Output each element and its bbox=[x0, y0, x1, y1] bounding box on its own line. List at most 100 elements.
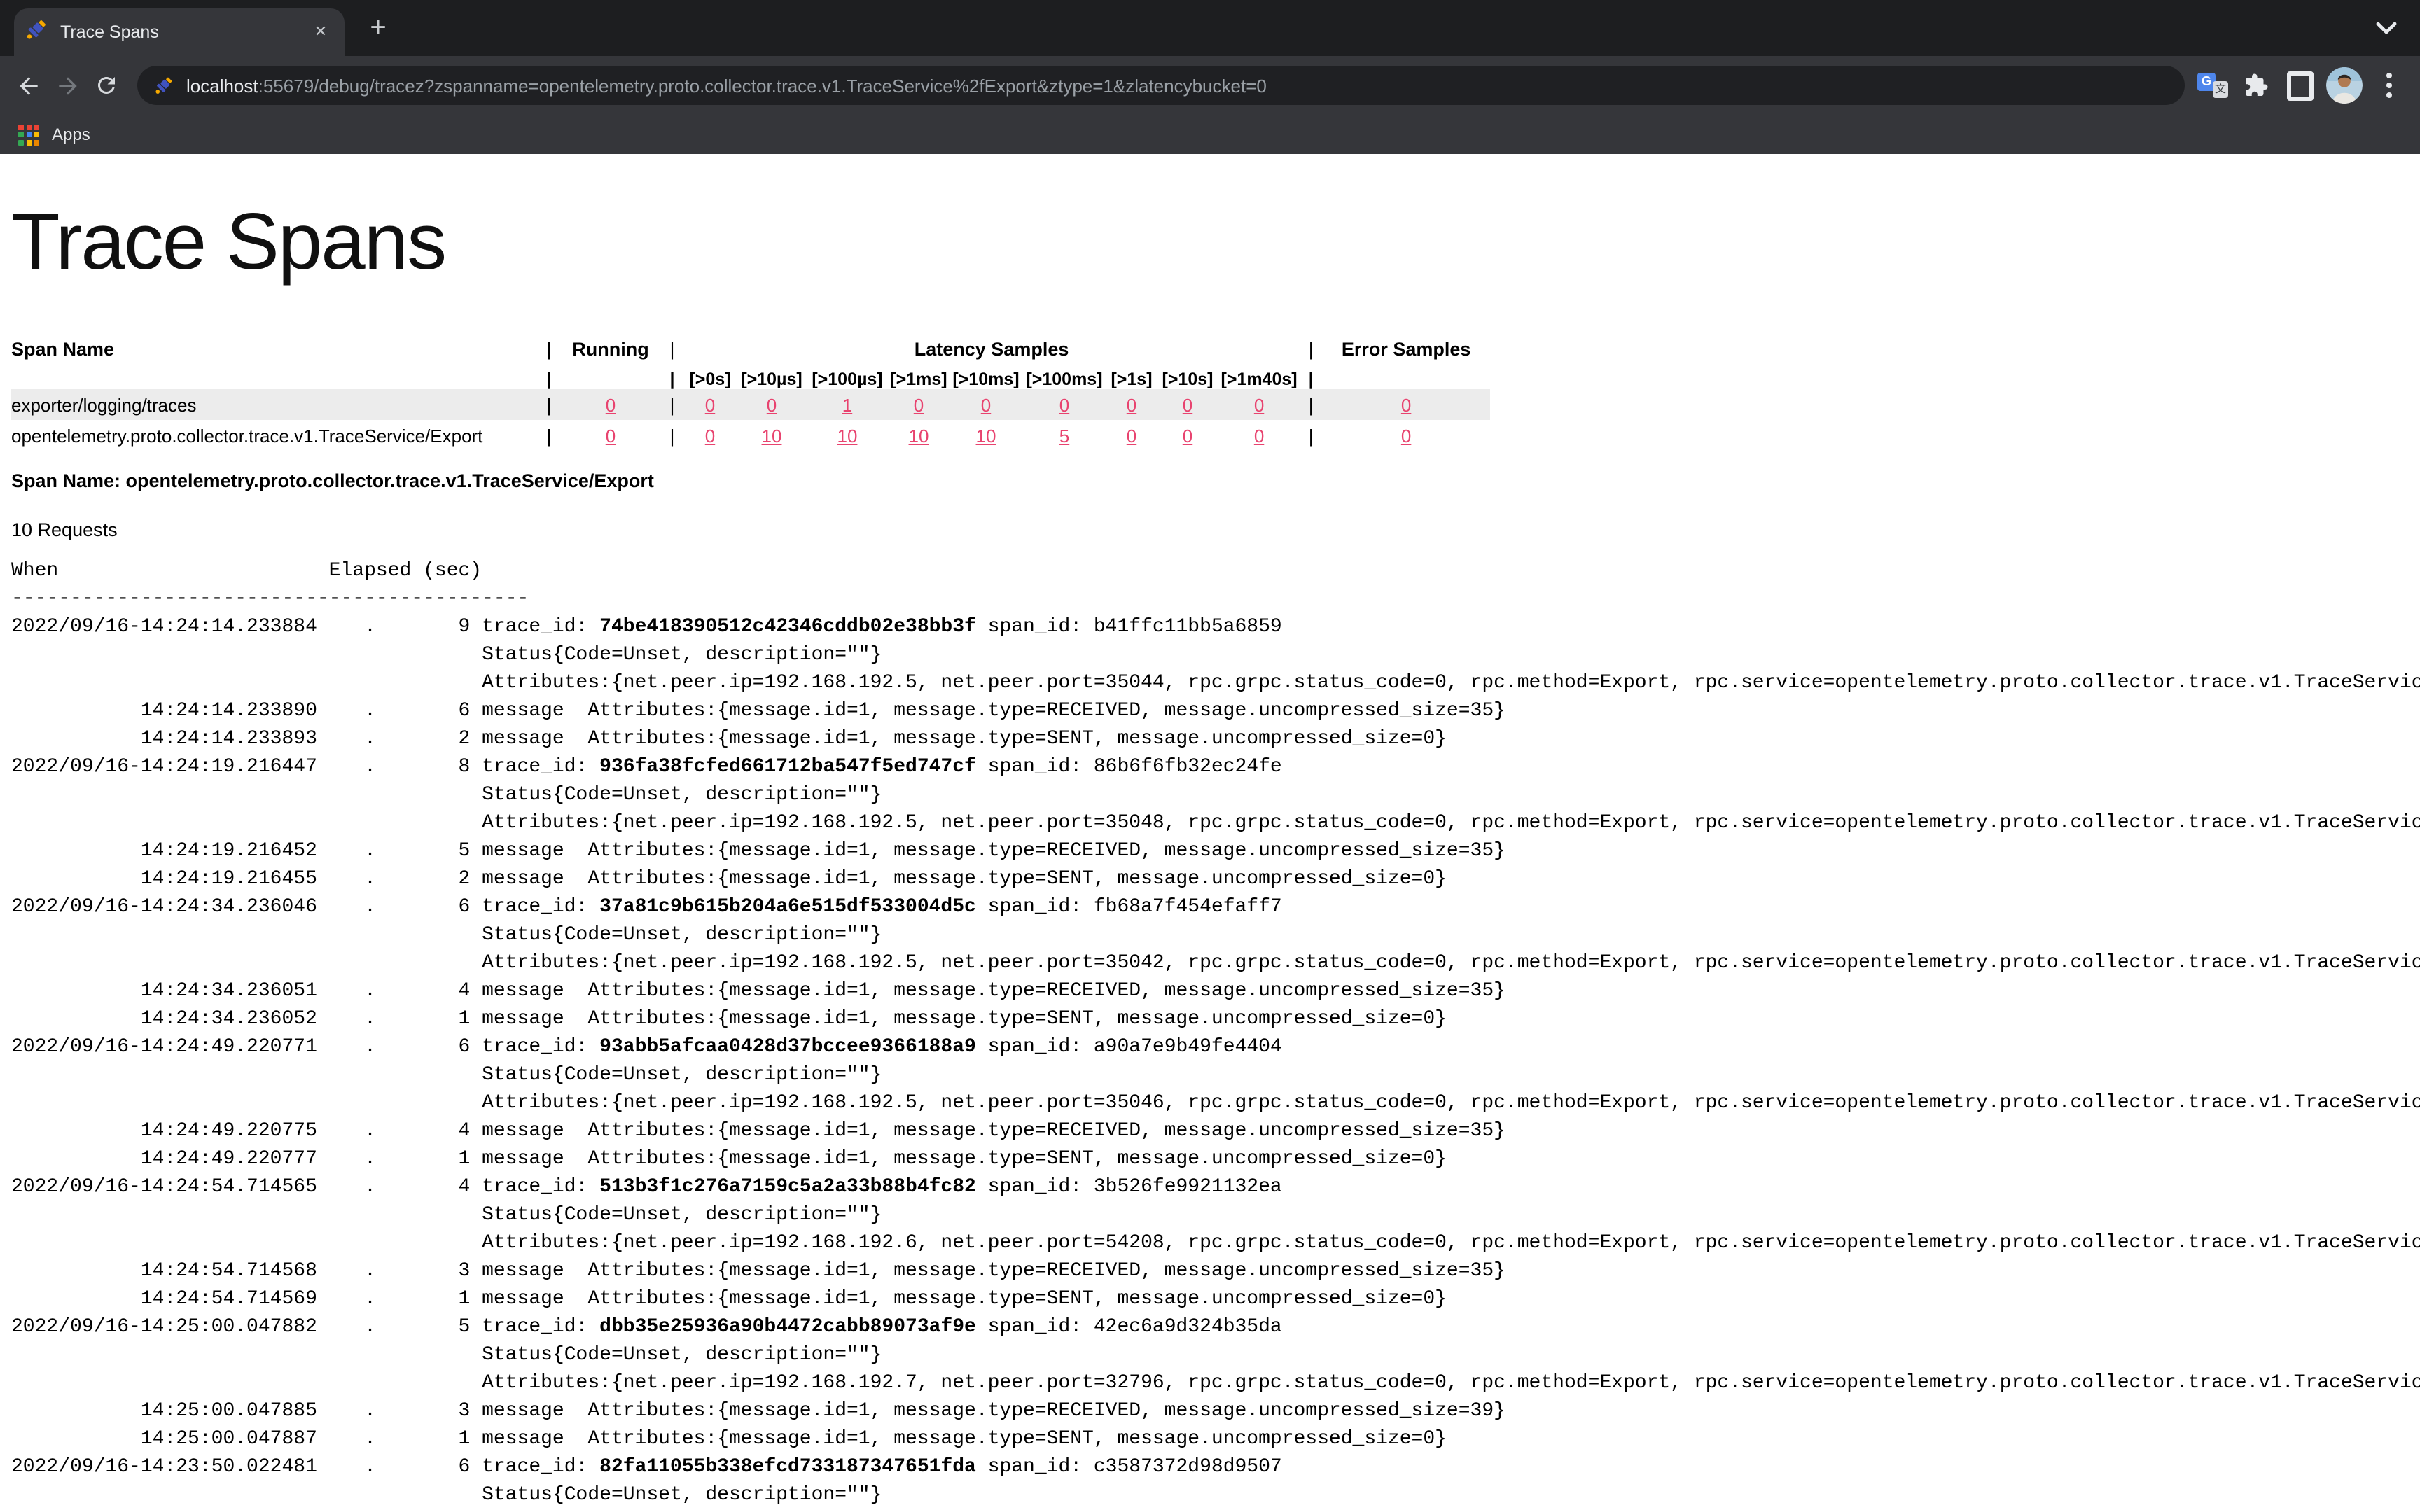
trace-id-value: 74be418390512c42346cddb02e38bb3f bbox=[599, 616, 976, 638]
latency-sample-link[interactable]: 0 bbox=[981, 394, 991, 415]
column-separator: | bbox=[1300, 420, 1322, 451]
latency-sample-link[interactable]: 0 bbox=[1127, 394, 1136, 415]
column-separator: | bbox=[1300, 389, 1322, 420]
latency-sample-link[interactable]: 5 bbox=[1059, 425, 1069, 446]
browser-menu-kebab-icon[interactable] bbox=[2372, 69, 2406, 102]
span-row: opentelemetry.proto.collector.trace.v1.T… bbox=[11, 420, 1490, 451]
empty-cell bbox=[11, 364, 538, 389]
latency-bucket-label: [>100ms] bbox=[1022, 364, 1106, 389]
latency-sample-link[interactable]: 0 bbox=[1254, 425, 1264, 446]
latency-sample-link[interactable]: 0 bbox=[705, 425, 715, 446]
apps-grid-icon bbox=[18, 124, 39, 145]
latency-bucket-label: [>100µs] bbox=[807, 364, 888, 389]
latency-sample-link-cell: 0 bbox=[1218, 420, 1300, 451]
latency-sample-link-cell: 0 bbox=[888, 389, 950, 420]
span-name: opentelemetry.proto.collector.trace.v1.T… bbox=[11, 420, 538, 451]
empty-cell bbox=[560, 364, 661, 389]
latency-sample-link[interactable]: 0 bbox=[1127, 425, 1136, 446]
latency-sample-link-cell: 0 bbox=[950, 389, 1022, 420]
trace-id-value: 82fa11055b338efcd733187347651fda bbox=[599, 1456, 976, 1478]
running-count-link-cell: 0 bbox=[560, 420, 661, 451]
latency-sample-link[interactable]: 10 bbox=[837, 425, 858, 446]
column-separator: | bbox=[661, 333, 683, 364]
browser-tab[interactable]: Trace Spans ✕ bbox=[14, 8, 345, 56]
latency-sample-link[interactable]: 0 bbox=[1183, 394, 1192, 415]
latency-sample-link-cell: 0 bbox=[1157, 420, 1218, 451]
span-row: exporter/logging/traces|0|001000000|0 bbox=[11, 389, 1490, 420]
table-header-row: Span Name | Running | Latency Samples | … bbox=[11, 333, 1490, 364]
latency-sample-link[interactable]: 0 bbox=[1254, 394, 1264, 415]
page-content: Trace Spans Span Name | Running | Latenc… bbox=[0, 196, 2420, 1509]
latency-bucket-header-row: ||[>0s][>10µs][>100µs][>1ms][>10ms][>100… bbox=[11, 364, 1490, 389]
error-sample-link-cell: 0 bbox=[1322, 420, 1490, 451]
trace-log: When Elapsed (sec) ---------------------… bbox=[11, 557, 2420, 1509]
latency-sample-link[interactable]: 10 bbox=[976, 425, 996, 446]
error-sample-link[interactable]: 0 bbox=[1401, 425, 1411, 446]
bookmark-apps[interactable]: Apps bbox=[52, 125, 90, 144]
translate-icon[interactable]: G文 bbox=[2196, 69, 2230, 102]
latency-sample-link-cell: 10 bbox=[888, 420, 950, 451]
selected-span-heading: Span Name: opentelemetry.proto.collector… bbox=[11, 470, 2420, 491]
latency-sample-link-cell: 0 bbox=[1218, 389, 1300, 420]
latency-bucket-label: [>1s] bbox=[1106, 364, 1157, 389]
latency-sample-link[interactable]: 10 bbox=[909, 425, 929, 446]
reload-icon[interactable] bbox=[87, 66, 126, 105]
trace-id-value: 37a81c9b615b204a6e515df533004d5c bbox=[599, 896, 976, 918]
latency-sample-link-cell: 0 bbox=[1106, 420, 1157, 451]
latency-sample-link[interactable]: 0 bbox=[1183, 425, 1192, 446]
browser-toolbar: localhost:55679/debug/tracez?zspanname=o… bbox=[0, 56, 2420, 115]
latency-bucket-label: [>10µs] bbox=[737, 364, 807, 389]
running-count-link[interactable]: 0 bbox=[606, 425, 616, 446]
latency-sample-link-cell: 10 bbox=[807, 420, 888, 451]
latency-bucket-label: [>0s] bbox=[683, 364, 737, 389]
error-sample-link[interactable]: 0 bbox=[1401, 394, 1411, 415]
back-icon[interactable] bbox=[8, 66, 48, 105]
url-path: :55679/debug/tracez?zspanname=openteleme… bbox=[258, 75, 1267, 96]
side-panel-icon[interactable] bbox=[2283, 69, 2316, 102]
column-separator: | bbox=[538, 420, 560, 451]
opentelemetry-favicon-icon bbox=[154, 76, 174, 95]
col-latency-samples: Latency Samples bbox=[683, 333, 1300, 364]
latency-sample-link[interactable]: 0 bbox=[914, 394, 924, 415]
empty-cell bbox=[1322, 364, 1490, 389]
col-error-samples: Error Samples bbox=[1322, 333, 1490, 364]
column-separator: | bbox=[1300, 364, 1322, 389]
span-name: exporter/logging/traces bbox=[11, 389, 538, 420]
extensions-puzzle-icon[interactable] bbox=[2239, 69, 2273, 102]
column-separator: | bbox=[538, 364, 560, 389]
column-separator: | bbox=[661, 389, 683, 420]
latency-sample-link-cell: 1 bbox=[807, 389, 888, 420]
trace-id-value: dbb35e25936a90b4472cabb89073af9e bbox=[599, 1316, 976, 1338]
forward-icon[interactable] bbox=[48, 66, 87, 105]
latency-sample-link[interactable]: 0 bbox=[705, 394, 715, 415]
tab-close-icon[interactable]: ✕ bbox=[308, 20, 333, 45]
latency-bucket-label: [>10ms] bbox=[950, 364, 1022, 389]
span-summary-table: Span Name | Running | Latency Samples | … bbox=[11, 333, 1490, 451]
tab-title: Trace Spans bbox=[60, 22, 308, 42]
latency-sample-link-cell: 0 bbox=[683, 420, 737, 451]
latency-sample-link-cell: 5 bbox=[1022, 420, 1106, 451]
latency-sample-link-cell: 0 bbox=[1022, 389, 1106, 420]
trace-id-value: 93abb5afcaa0428d37bccee9366188a9 bbox=[599, 1036, 976, 1058]
column-separator: | bbox=[661, 364, 683, 389]
bookmarks-bar: Apps bbox=[0, 115, 2420, 154]
latency-sample-link-cell: 10 bbox=[737, 420, 807, 451]
latency-sample-link[interactable]: 0 bbox=[1059, 394, 1069, 415]
tab-search-chevron-icon[interactable] bbox=[2375, 18, 2398, 38]
latency-sample-link[interactable]: 1 bbox=[842, 394, 852, 415]
running-count-link[interactable]: 0 bbox=[606, 394, 616, 415]
new-tab-button[interactable]: + bbox=[361, 13, 395, 46]
profile-avatar[interactable] bbox=[2326, 67, 2363, 104]
address-bar[interactable]: localhost:55679/debug/tracez?zspanname=o… bbox=[137, 66, 2185, 105]
latency-sample-link-cell: 0 bbox=[1106, 389, 1157, 420]
latency-sample-link-cell: 0 bbox=[737, 389, 807, 420]
latency-sample-link-cell: 0 bbox=[1157, 389, 1218, 420]
latency-sample-link-cell: 10 bbox=[950, 420, 1022, 451]
trace-id-value: 936fa38fcfed661712ba547f5ed747cf bbox=[599, 756, 976, 778]
browser-window: Trace Spans ✕ + bbox=[0, 0, 2420, 1512]
url-host: localhost bbox=[186, 75, 258, 96]
latency-sample-link[interactable]: 0 bbox=[767, 394, 777, 415]
page-title: Trace Spans bbox=[11, 196, 2420, 288]
column-separator: | bbox=[1300, 333, 1322, 364]
latency-sample-link[interactable]: 10 bbox=[762, 425, 782, 446]
